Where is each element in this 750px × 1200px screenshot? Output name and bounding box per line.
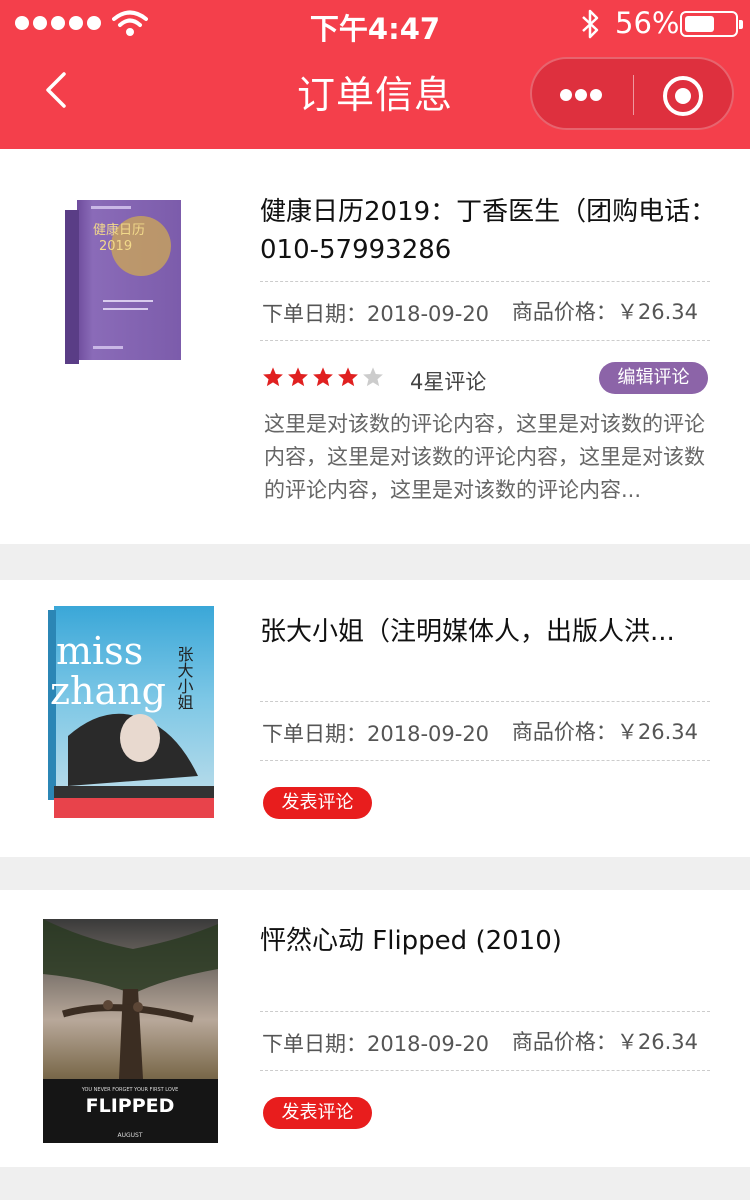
book-title[interactable]: 怦然心动 Flipped (2010) <box>260 922 720 960</box>
order-date: 下单日期：2018-09-20 <box>262 1032 490 1056</box>
star-icon <box>288 367 308 387</box>
close-target-icon[interactable] <box>663 76 703 116</box>
order-date: 下单日期：2018-09-20 <box>262 722 490 746</box>
book-cover-image: 健康日历 2019 <box>65 200 181 364</box>
cover-cn-title: 张大小姐 <box>175 646 194 710</box>
bluetooth-icon <box>582 9 599 39</box>
cover-miss-text: miss <box>56 629 143 673</box>
star-icon <box>338 367 358 387</box>
star-icon <box>263 367 283 387</box>
battery-icon <box>680 11 743 37</box>
poster-tagline: YOU NEVER FORGET YOUR FIRST LOVE <box>81 1087 179 1093</box>
cover-year-text: 2019 <box>99 239 132 254</box>
order-meta: 下单日期：2018-09-20 商品价格：￥26.34 <box>260 701 710 761</box>
book-title[interactable]: 张大小姐（注明媒体人，出版人洪... <box>260 613 720 651</box>
book-title[interactable]: 健康日历2019：丁香医生（团购电话：010-57993286 <box>260 193 720 269</box>
mini-program-capsule <box>530 57 734 130</box>
battery-percent: 56% <box>615 6 680 40</box>
capsule-divider <box>633 75 634 115</box>
order-meta: 下单日期：2018-09-20 商品价格：￥26.34 <box>260 1011 710 1071</box>
order-meta: 下单日期：2018-09-20 商品价格：￥26.34 <box>260 281 710 341</box>
order-date: 下单日期：2018-09-20 <box>262 302 490 326</box>
more-dots-icon[interactable] <box>560 86 610 104</box>
cover-zhang-text: zhang <box>50 669 166 713</box>
order-price: 商品价格：￥26.34 <box>511 1030 698 1054</box>
cover-title-text: 健康日历 <box>93 222 145 238</box>
star-icon <box>313 367 333 387</box>
post-review-button[interactable]: 发表评论 <box>263 787 372 819</box>
edit-review-button[interactable]: 编辑评论 <box>599 362 708 394</box>
post-review-button[interactable]: 发表评论 <box>263 1097 372 1129</box>
review-text: 这里是对该数的评论内容，这里是对该数的评论内容，这里是对该数的评论内容，这里是对… <box>264 412 705 502</box>
order-price: 商品价格：￥26.34 <box>511 300 698 324</box>
rating-stars <box>262 366 384 388</box>
top-bar: 下午4:47 56% 订单信息 <box>0 0 750 149</box>
book-cover-image: miss zhang 张大小姐 <box>48 606 214 818</box>
status-bar: 下午4:47 56% <box>0 0 750 48</box>
poster-release: AUGUST <box>117 1132 142 1139</box>
rating-label: 4星评论 <box>410 370 487 394</box>
poster-title: FLIPPED <box>86 1095 175 1117</box>
movie-poster-image: YOU NEVER FORGET YOUR FIRST LOVE FLIPPED… <box>43 919 218 1143</box>
star-icon <box>363 367 383 387</box>
order-price: 商品价格：￥26.34 <box>511 720 698 744</box>
